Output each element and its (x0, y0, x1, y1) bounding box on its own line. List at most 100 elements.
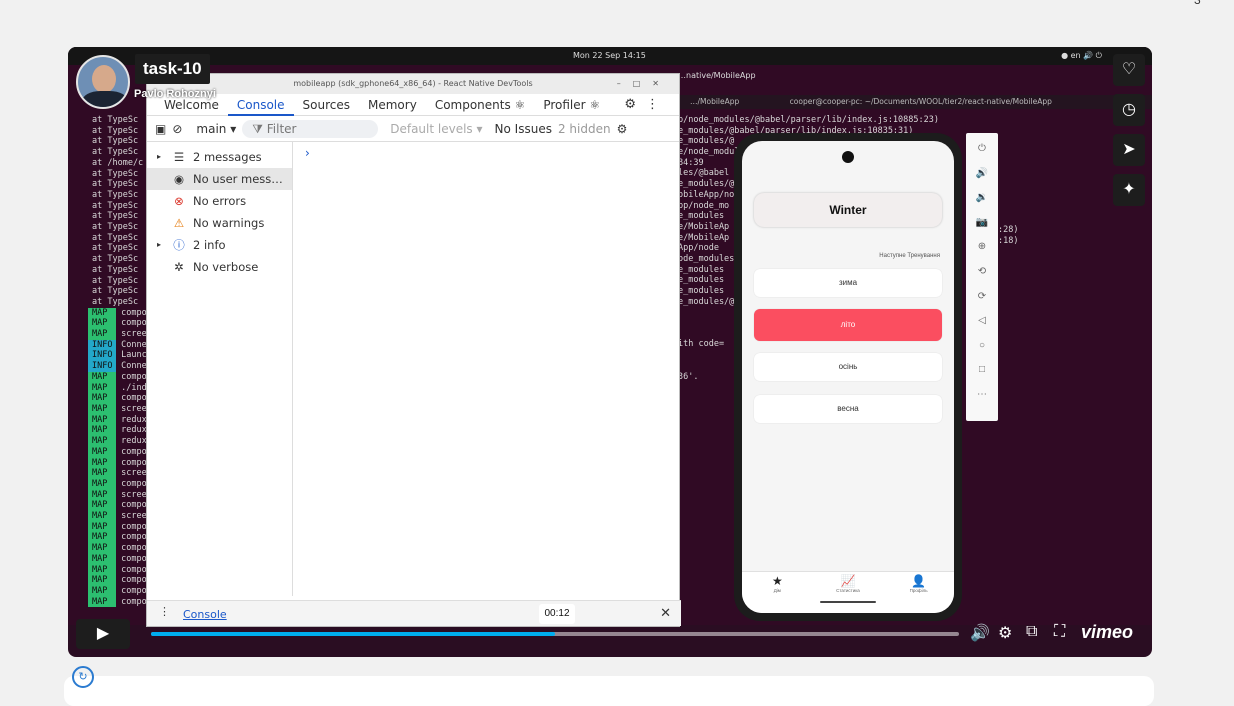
log-tag: INFO (88, 339, 116, 351)
terminal-title: …native/MobileApp (678, 71, 756, 80)
star-icon: ★ (771, 574, 783, 588)
author-avatar[interactable] (76, 55, 130, 109)
phone-screen[interactable]: Winter Наступне Тренування зима літо осінь… (742, 141, 954, 613)
log-tag: MAP (88, 468, 116, 479)
power-icon[interactable]: ⏻ (966, 143, 998, 168)
sidebar-item[interactable]: ◉ No user mess… (147, 168, 292, 190)
player-controls: ▶ 🔊 ⚙ ⧉ ⛶ vimeo (68, 616, 1152, 652)
phone-tab-label: Дім (773, 588, 781, 593)
desktop-clock: Mon 22 Sep 14:15 (573, 51, 646, 60)
season-option[interactable]: зима (754, 269, 942, 297)
volume-down-icon[interactable]: 🔉 (966, 192, 998, 217)
sidebar-item[interactable]: ✲ No verbose (147, 256, 292, 278)
sidebar-item-label: No errors (193, 194, 247, 208)
console-settings-icon[interactable]: ⚙ (617, 122, 628, 136)
android-emulator: Winter Наступне Тренування зима літо осінь… (734, 133, 962, 621)
hidden-count: 2 hidden (557, 121, 611, 136)
tab-console[interactable]: Console (227, 94, 294, 116)
phone-tab[interactable]: 👤 Профіль (894, 574, 944, 613)
sidebar-toggle-icon[interactable]: ▣ (155, 122, 166, 136)
vimeo-logo[interactable]: vimeo (1081, 622, 1133, 643)
settings-icon[interactable]: ⚙⋮ (624, 97, 669, 112)
home-icon[interactable]: ○ (966, 340, 998, 365)
log-tag: MAP (88, 318, 116, 330)
devtools-title-bar: mobileapp (sdk_gphone64_x86_64) - React … (147, 74, 679, 94)
phone-tab[interactable]: 📈 Статистика (823, 574, 873, 613)
log-tag: MAP (88, 511, 116, 522)
console-output[interactable]: › (293, 142, 679, 596)
rotate-right-icon[interactable]: ⟳ (966, 291, 998, 316)
log-tag: MAP (88, 585, 116, 597)
video-author[interactable]: Pavlo Rohoznyi (134, 88, 216, 100)
sidebar-item[interactable]: ▸ ☰ 2 messages (147, 146, 292, 168)
terminal-line: p/node_modules/@babel/parser/lib/index.j… (678, 115, 939, 125)
issues-count[interactable]: No Issues (495, 122, 552, 136)
log-tag: MAP (88, 596, 116, 608)
back-icon[interactable]: ◁ (966, 315, 998, 340)
desktop-tray: ● en 🔊 ⏻ (1061, 51, 1102, 60)
log-tag: MAP (88, 553, 116, 565)
camera-icon[interactable]: 📷 (966, 217, 998, 242)
season-option[interactable]: літо (754, 309, 942, 341)
play-button[interactable]: ▶ (76, 619, 130, 649)
clear-console-icon[interactable]: ⊘ (172, 122, 182, 136)
share-button[interactable]: ➤ (1113, 134, 1145, 166)
tab-components[interactable]: Components ⚛ (426, 94, 535, 116)
terminal-tab[interactable]: …/MobileApp (690, 97, 739, 106)
phone-tab-label: Статистика (836, 588, 860, 593)
sparkle-icon: ✦ (1122, 181, 1136, 198)
tab-sources[interactable]: Sources (294, 94, 359, 116)
volume-icon[interactable]: 🔊 (970, 623, 990, 643)
tab-profiler[interactable]: Profiler ⚛ (534, 94, 609, 116)
window-controls[interactable]: –□✕ (617, 74, 671, 94)
terminal-tabs: …/MobileApp cooper@cooper-pc: ~/Document… (678, 95, 1152, 109)
season-title: Winter (754, 193, 942, 227)
watch-later-button[interactable]: ◷ (1113, 94, 1145, 126)
settings-gear-icon[interactable]: ⚙ (998, 623, 1012, 643)
sidebar-item-label: No user mess… (193, 172, 283, 186)
list-icon: ☰ (173, 150, 185, 164)
more-icon[interactable]: ⋯ (966, 389, 998, 414)
user-icon: 👤 (911, 574, 927, 588)
sidebar-item[interactable]: ⚠ No warnings (147, 212, 292, 234)
log-tag: MAP (88, 307, 116, 319)
console-prompt[interactable]: › (305, 146, 310, 160)
video-player[interactable]: Mon 22 Sep 14:15 ● en 🔊 ⏻ …native/Mobile… (68, 47, 1152, 657)
log-tag: MAP (88, 414, 116, 426)
tab-memory[interactable]: Memory (359, 94, 426, 116)
like-button[interactable]: ♡ (1113, 54, 1145, 86)
zoom-icon[interactable]: ⊕ (966, 241, 998, 266)
desktop-topbar: Mon 22 Sep 14:15 ● en 🔊 ⏻ (68, 47, 1152, 65)
levels-dropdown[interactable]: Default levels ▾ (390, 122, 482, 136)
log-tag: MAP (88, 500, 116, 512)
comment-count[interactable]: 3 (1194, 0, 1201, 7)
log-tag: MAP (88, 575, 116, 586)
overview-icon[interactable]: □ (966, 364, 998, 389)
clock-icon: ◷ (1122, 101, 1136, 118)
log-tag: MAP (88, 532, 116, 544)
ai-button[interactable]: ✦ (1113, 174, 1145, 206)
devtools-tabs: Welcome Console Sources Memory Components ⚛ P… (147, 94, 679, 116)
home-indicator (820, 601, 876, 603)
devtools-window[interactable]: mobileapp (sdk_gphone64_x86_64) - React … (146, 73, 681, 627)
phone-tab[interactable]: ★ Дім (752, 574, 802, 613)
sidebar-item[interactable]: ⊗ No errors (147, 190, 292, 212)
season-option[interactable]: весна (754, 395, 942, 423)
user-icon: ◉ (173, 172, 185, 186)
filter-input[interactable]: ⧩ Filter (242, 119, 379, 138)
refresh-icon[interactable]: ↻ (72, 666, 94, 688)
terminal-tab[interactable]: cooper@cooper-pc: ~/Documents/WOOL/tier2… (790, 97, 1052, 106)
log-tag: MAP (88, 543, 116, 554)
sidebar-item-label: No verbose (193, 260, 259, 274)
context-select[interactable]: main ▾ (196, 122, 236, 136)
season-option[interactable]: осінь (754, 353, 942, 381)
pip-icon[interactable]: ⧉ (1026, 623, 1037, 641)
camera-cutout (842, 151, 854, 163)
volume-up-icon[interactable]: 🔊 (966, 168, 998, 193)
rotate-left-icon[interactable]: ⟲ (966, 266, 998, 291)
fullscreen-icon[interactable]: ⛶ (1054, 623, 1065, 641)
progress-bar[interactable] (151, 632, 959, 636)
next-training-link[interactable]: Наступне Тренування (879, 253, 940, 259)
video-title[interactable]: task-10 (135, 54, 210, 84)
sidebar-item[interactable]: ▸ ⓘ 2 info (147, 234, 292, 256)
